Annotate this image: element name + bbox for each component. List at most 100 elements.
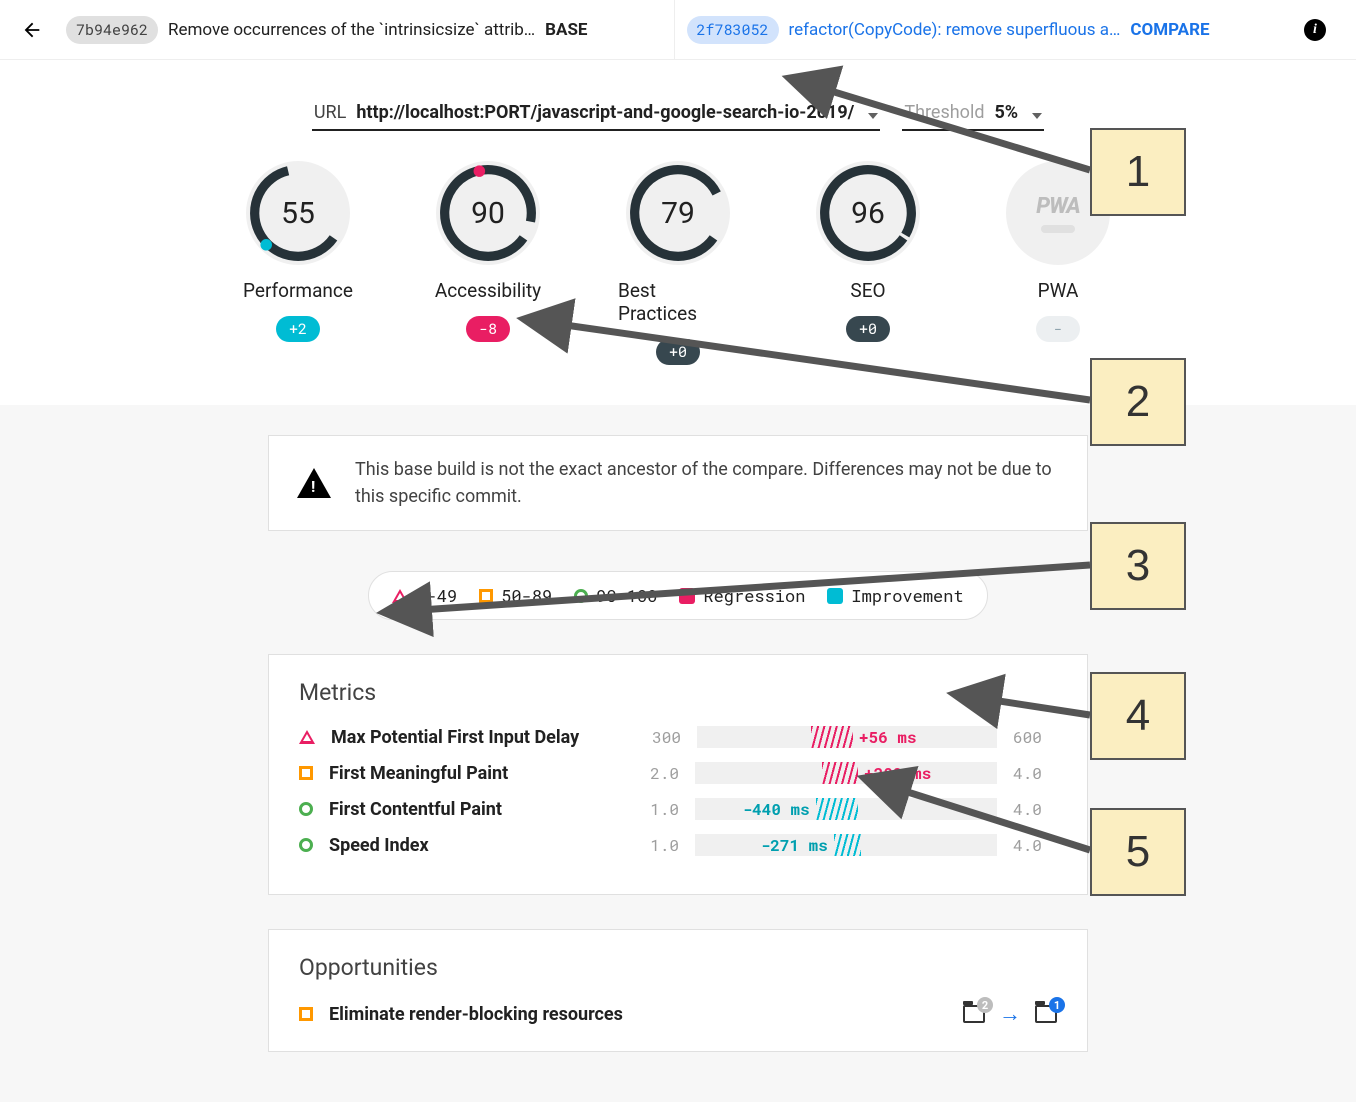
badge: 2 xyxy=(977,997,993,1013)
badge: 1 xyxy=(1049,997,1065,1013)
metric-max: 4.0 xyxy=(1013,763,1057,784)
delta-pill: - xyxy=(1036,316,1080,342)
legend-0-49: 0-49 xyxy=(392,584,457,607)
warning-box: This base build is not the exact ancesto… xyxy=(268,435,1088,531)
metric-min: 2.0 xyxy=(635,763,679,784)
gauge-score: 79 xyxy=(661,196,695,231)
metric-bar: +209 ms xyxy=(695,762,997,784)
metric-delta: -440 ms xyxy=(743,799,810,820)
compare-role: COMPARE xyxy=(1130,20,1209,40)
square-icon xyxy=(299,766,313,780)
circle-icon xyxy=(299,838,313,852)
annotation-3: 3 xyxy=(1090,522,1186,610)
legend: 0-49 50-89 90-100 Regression Improvement xyxy=(368,571,988,620)
metric-row[interactable]: Max Potential First Input Delay 300 +56 ms… xyxy=(299,726,1057,748)
metric-min: 1.0 xyxy=(635,835,679,856)
metric-max: 4.0 xyxy=(1013,799,1057,820)
gauge-best-practices[interactable]: 79 Best Practices +0 xyxy=(618,161,738,365)
legend-regression: Regression xyxy=(679,584,805,607)
gauge-ring: 55 xyxy=(246,161,350,265)
gauge-label: SEO xyxy=(850,279,885,302)
base-commit[interactable]: 7b94e962 Remove occurrences of the `intr… xyxy=(54,16,674,44)
base-role: BASE xyxy=(545,20,587,40)
gauge-label: Performance xyxy=(243,279,353,302)
url-value: http://localhost:PORT/javascript-and-goo… xyxy=(356,102,854,123)
opportunity-name: Eliminate render-blocking resources xyxy=(329,1004,947,1025)
square-icon xyxy=(299,1007,313,1021)
metrics-title: Metrics xyxy=(299,679,1057,706)
info-icon[interactable]: i xyxy=(1304,19,1326,41)
square-icon xyxy=(479,589,493,603)
gauge-ring: 79 xyxy=(626,161,730,265)
metric-delta: +209 ms xyxy=(864,763,931,784)
back-button[interactable] xyxy=(10,8,54,52)
compare-commit-msg: refactor(CopyCode): remove superfluous a… xyxy=(789,20,1121,40)
gauge-label: Accessibility xyxy=(435,279,541,302)
delta-pill: -8 xyxy=(466,316,510,342)
metric-max: 600 xyxy=(1013,727,1057,748)
metric-max: 4.0 xyxy=(1013,835,1057,856)
annotation-1: 1 xyxy=(1090,128,1186,216)
delta-pill: +2 xyxy=(276,316,320,342)
metric-bar: -271 ms xyxy=(695,834,997,856)
circle-icon xyxy=(574,589,588,603)
metric-bar: -440 ms xyxy=(695,798,997,820)
chevron-down-icon xyxy=(868,113,878,119)
gauge-label: Best Practices xyxy=(618,279,738,325)
annotation-5: 5 xyxy=(1090,808,1186,896)
gauge-accessibility[interactable]: 90 Accessibility -8 xyxy=(428,161,548,365)
legend-improvement: Improvement xyxy=(827,584,963,607)
gauge-score: 96 xyxy=(851,196,885,231)
compare-commit[interactable]: 2f783052 refactor(CopyCode): remove supe… xyxy=(675,16,1295,44)
metric-bar: +56 ms xyxy=(697,726,997,748)
pwa-icon: PWA xyxy=(1036,194,1079,219)
legend-90-100: 90-100 xyxy=(574,584,657,607)
delta-pill: +0 xyxy=(656,339,700,365)
url-select[interactable]: URL http://localhost:PORT/javascript-and… xyxy=(312,98,880,131)
metrics-card: Metrics Max Potential First Input Delay 3… xyxy=(268,654,1088,895)
warning-text: This base build is not the exact ancesto… xyxy=(355,456,1059,510)
gauge-seo[interactable]: 96 SEO +0 xyxy=(808,161,928,365)
circle-icon xyxy=(299,802,313,816)
legend-50-89: 50-89 xyxy=(479,584,552,607)
regression-swatch xyxy=(679,588,695,604)
triangle-icon xyxy=(392,589,408,603)
opportunities-card: Opportunities Eliminate render-blocking … xyxy=(268,929,1088,1052)
gauge-score: 55 xyxy=(281,196,315,231)
gauge-ring: 90 xyxy=(436,161,540,265)
triangle-icon xyxy=(299,730,315,744)
annotation-4: 4 xyxy=(1090,672,1186,760)
gauge-score: 90 xyxy=(471,196,505,231)
warning-icon xyxy=(297,468,331,498)
base-hash: 7b94e962 xyxy=(66,16,158,44)
tab-icon-compare[interactable]: 1 xyxy=(1035,1005,1057,1023)
base-commit-msg: Remove occurrences of the `intrinsicsize… xyxy=(168,20,535,40)
topbar: 7b94e962 Remove occurrences of the `intr… xyxy=(0,0,1356,60)
gauge-performance[interactable]: 55 Performance +2 xyxy=(238,161,358,365)
metric-min: 300 xyxy=(637,727,681,748)
metric-row[interactable]: Speed Index 1.0 -271 ms 4.0 xyxy=(299,834,1057,856)
annotation-2: 2 xyxy=(1090,358,1186,446)
opportunity-row[interactable]: Eliminate render-blocking resources 2 → 1 xyxy=(299,1001,1057,1027)
opportunities-title: Opportunities xyxy=(299,954,1057,981)
arrow-right-icon: → xyxy=(999,1001,1021,1027)
metric-row[interactable]: First Contentful Paint 1.0 -440 ms 4.0 xyxy=(299,798,1057,820)
metric-name: First Contentful Paint xyxy=(329,799,619,820)
url-row: URL http://localhost:PORT/javascript-and… xyxy=(0,98,1356,131)
improvement-swatch xyxy=(827,588,843,604)
gauge-label: PWA xyxy=(1038,279,1079,302)
threshold-label: Threshold xyxy=(904,102,984,123)
delta-pill: +0 xyxy=(846,316,890,342)
metric-delta: +56 ms xyxy=(859,727,917,748)
metric-min: 1.0 xyxy=(635,799,679,820)
metric-name: Speed Index xyxy=(329,835,619,856)
threshold-value: 5% xyxy=(994,102,1018,123)
tab-icon-base[interactable]: 2 xyxy=(963,1005,985,1023)
metric-name: Max Potential First Input Delay xyxy=(331,727,621,748)
compare-hash: 2f783052 xyxy=(687,16,779,44)
threshold-select[interactable]: Threshold 5% xyxy=(902,98,1044,131)
opportunity-actions: 2 → 1 xyxy=(963,1001,1057,1027)
url-label: URL xyxy=(314,102,346,123)
metric-row[interactable]: First Meaningful Paint2.0+209 ms4.0 xyxy=(299,762,1057,784)
metric-delta: -271 ms xyxy=(761,835,828,856)
